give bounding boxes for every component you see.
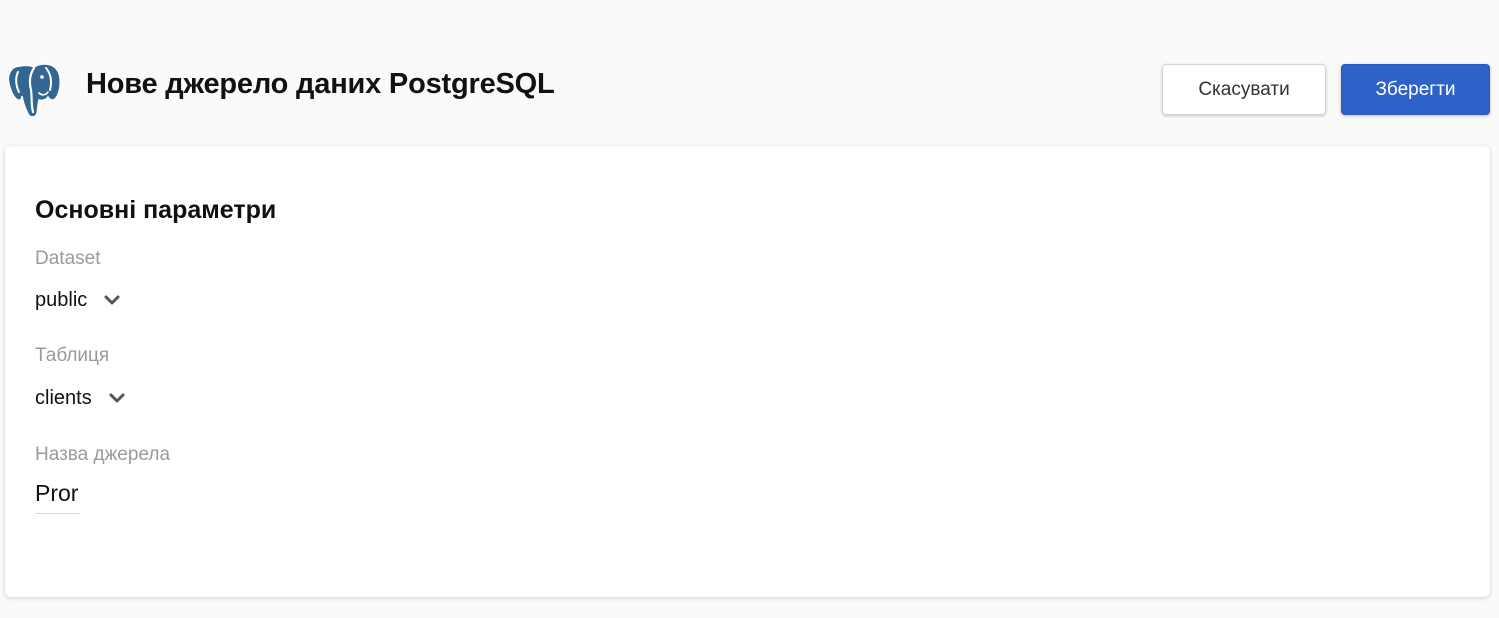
- source-name-label: Назва джерела: [35, 444, 171, 465]
- save-button[interactable]: Зберегти: [1341, 64, 1490, 115]
- page-header: Нове джерело даних PostgreSQL Скасувати …: [0, 58, 1499, 120]
- cancel-button[interactable]: Скасувати: [1162, 64, 1326, 115]
- table-select[interactable]: clients: [35, 383, 126, 413]
- table-select-value: clients: [35, 386, 92, 409]
- section-title: Основні параметри: [35, 196, 277, 224]
- main-parameters-card: Основні параметри Dataset public Таблиця…: [5, 146, 1490, 597]
- dataset-select-value: public: [35, 288, 88, 311]
- source-name-input[interactable]: [35, 474, 80, 514]
- page: Нове джерело даних PostgreSQL Скасувати …: [0, 0, 1499, 618]
- page-title: Нове джерело даних PostgreSQL: [86, 68, 555, 100]
- chevron-down-icon: [109, 393, 125, 403]
- postgresql-elephant-icon: [7, 63, 61, 118]
- table-label: Таблиця: [35, 345, 110, 366]
- chevron-down-icon: [104, 295, 120, 305]
- dataset-select[interactable]: public: [35, 285, 121, 315]
- dataset-label: Dataset: [35, 248, 101, 269]
